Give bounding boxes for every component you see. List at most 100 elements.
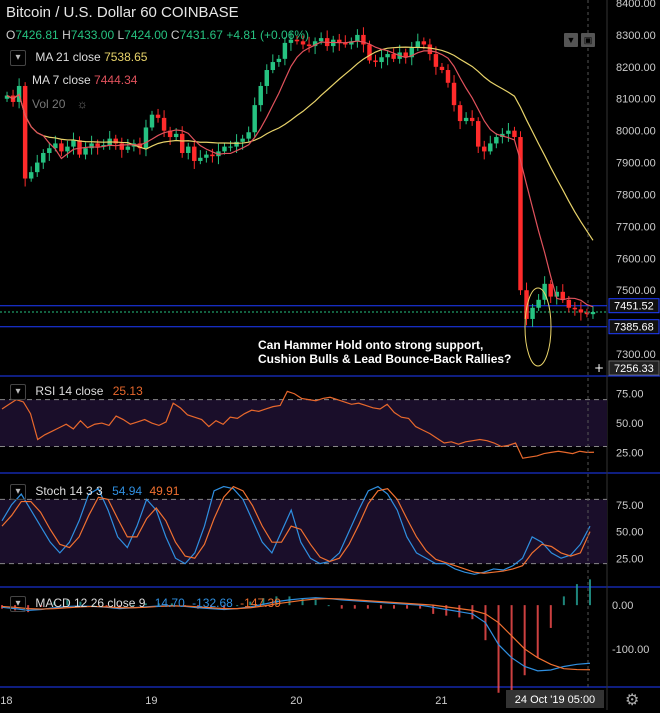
- time-tick-label: 18: [0, 695, 12, 707]
- chevron-down-icon[interactable]: ▾: [10, 50, 26, 66]
- candle-body: [421, 41, 427, 45]
- macd-histogram-bar: [497, 605, 500, 693]
- collapse-down-icon[interactable]: ▼: [564, 33, 578, 47]
- candle-body: [222, 146, 227, 152]
- legend-volume[interactable]: Vol 20 ☼: [32, 97, 88, 111]
- candle-body: [173, 133, 179, 138]
- candle-body: [506, 130, 511, 134]
- rsi-label: RSI 14 close: [35, 384, 104, 399]
- candle-body: [258, 85, 263, 106]
- candle-body: [161, 117, 167, 131]
- stoch-k-value: 54.94: [112, 484, 143, 499]
- candle-body: [47, 148, 52, 153]
- candle-body: [318, 38, 324, 42]
- candle-body: [276, 58, 282, 63]
- annotation-line-2: Cushion Bulls & Lead Bounce-Back Rallies…: [258, 352, 512, 366]
- maximize-icon[interactable]: ▣: [581, 33, 595, 47]
- price-tick-label: 8300.00: [616, 30, 656, 42]
- candle-body: [463, 117, 469, 122]
- candle-body: [524, 290, 529, 319]
- macd-histogram-bar: [471, 605, 474, 620]
- candle-body: [210, 154, 215, 157]
- candle-body: [548, 283, 553, 297]
- candle-body: [198, 157, 203, 161]
- stoch-legend[interactable]: ▾ Stoch 14 3 3 54.94 49.91: [10, 484, 179, 500]
- candle-body: [28, 172, 34, 179]
- candle-body: [95, 143, 100, 147]
- candle-body: [77, 140, 82, 155]
- time-tick-label: 20: [290, 695, 302, 707]
- chevron-down-icon[interactable]: ▾: [10, 384, 26, 400]
- macd-histogram-bar: [366, 605, 369, 609]
- candle-body: [439, 66, 445, 71]
- chart-title: Bitcoin / U.S. Dollar 60 COINBASE: [6, 4, 239, 21]
- ohlc-readout: O7426.81 H7433.00 L7424.00 C7431.67 +4.8…: [6, 28, 309, 42]
- candle-body: [482, 146, 487, 152]
- ma21-label: MA 21 close: [35, 50, 101, 65]
- candle-body: [240, 138, 245, 142]
- candle-body: [560, 291, 565, 300]
- chevron-down-icon[interactable]: ▾: [10, 596, 26, 612]
- ohlc-h-label: H: [62, 28, 71, 42]
- candle-body: [143, 127, 149, 149]
- macd-tick-label: -100.00: [612, 644, 649, 656]
- candle-body: [125, 146, 131, 150]
- crosshair-plus-icon: +: [594, 361, 604, 375]
- time-tick-label: 19: [145, 695, 157, 707]
- candle-body: [367, 44, 372, 61]
- rsi-legend[interactable]: ▾ RSI 14 close 25.13: [10, 384, 143, 400]
- price-tick-label: 8100.00: [616, 94, 656, 106]
- candle-body: [578, 309, 584, 313]
- candle-body: [204, 154, 209, 158]
- ohlc-low: 7424.00: [124, 28, 168, 42]
- rsi-tick-label: 75.00: [616, 389, 644, 401]
- vol-label: Vol 20: [32, 97, 66, 111]
- macd-histogram-bar: [314, 599, 317, 606]
- candle-body: [149, 114, 155, 128]
- chevron-down-icon[interactable]: ▾: [10, 484, 26, 500]
- stoch-d-value: 49.91: [149, 484, 180, 499]
- candle-body: [469, 117, 475, 122]
- macd-legend[interactable]: ▾ MACD 12 26 close 9 14.70 -132.68 -147.…: [10, 596, 281, 612]
- candle-body: [427, 44, 433, 55]
- gear-icon[interactable]: ⚙: [625, 690, 639, 710]
- legend-ma21[interactable]: ▾ MA 21 close 7538.65: [10, 50, 147, 66]
- time-label-text: 24 Oct '19 05:00: [515, 694, 595, 706]
- candle-body: [71, 140, 76, 147]
- annotation-line-1: Can Hammer Hold onto strong support,: [258, 338, 484, 352]
- candle-body: [373, 60, 378, 63]
- price-tick-label: 7300.00: [616, 349, 656, 361]
- macd-histogram-bar: [340, 605, 343, 609]
- time-tick-label: 21: [435, 695, 447, 707]
- candle-body: [83, 148, 88, 155]
- macd-histogram-bar: [589, 579, 591, 606]
- price-tick-label: 7600.00: [616, 253, 656, 265]
- ma21-value: 7538.65: [104, 50, 148, 65]
- ma7-label: MA 7 close: [32, 73, 91, 87]
- ohlc-c-label: C: [170, 28, 180, 42]
- macd-signal-value: -147.39: [240, 596, 281, 611]
- macd-histogram-bar: [327, 605, 330, 607]
- macd-tick-label: 0.00: [612, 600, 633, 612]
- macd-histogram-bar: [549, 605, 552, 628]
- candle-body: [192, 146, 197, 161]
- macd-histogram-bar: [536, 605, 539, 658]
- candle-body: [179, 133, 185, 153]
- candle-body: [590, 312, 596, 315]
- candle-body: [488, 143, 493, 152]
- ma7-value: 7444.34: [94, 73, 138, 87]
- candle-body: [22, 85, 28, 179]
- macd-histogram-bar: [406, 605, 409, 609]
- candle-body: [35, 162, 40, 173]
- candle-body: [246, 132, 251, 139]
- candle-body: [306, 44, 312, 47]
- stoch-tick-label: 50.00: [616, 527, 644, 539]
- price-label-text: 7451.52: [614, 301, 654, 313]
- eye-off-icon[interactable]: ☼: [77, 97, 88, 111]
- legend-ma7[interactable]: MA 7 close 7444.34: [32, 73, 137, 87]
- candle-body: [270, 62, 276, 71]
- macd-histogram-bar: [393, 605, 395, 609]
- candle-body: [512, 130, 517, 138]
- stoch-label: Stoch 14 3 3: [35, 484, 103, 499]
- candle-body: [445, 70, 451, 83]
